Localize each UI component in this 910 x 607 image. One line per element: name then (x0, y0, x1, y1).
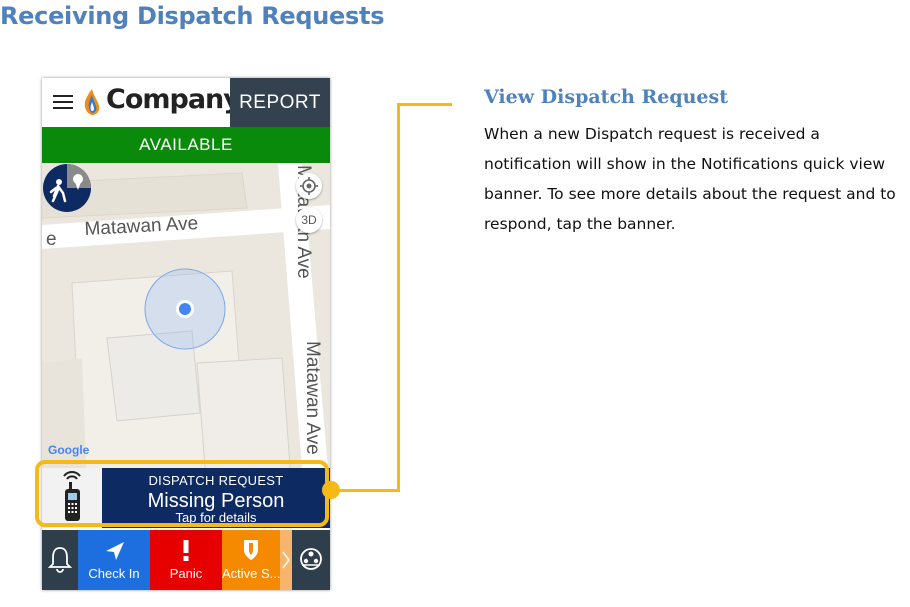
availability-status-bar[interactable]: AVAILABLE (42, 127, 330, 163)
check-in-label: Check In (88, 566, 140, 581)
callout-connector-bottom (335, 489, 400, 492)
bell-icon (47, 547, 73, 573)
panic-label: Panic (169, 566, 203, 581)
street-label-matawan-vertical-bottom: Matawan Ave (302, 341, 323, 455)
active-shooter-button[interactable]: Active S... (222, 530, 280, 590)
shield-icon (244, 540, 258, 560)
map-view[interactable]: e Matawan Ave Matawan Ave Matawan Ave 3D (42, 163, 330, 493)
report-button[interactable]: REPORT (230, 78, 330, 127)
map-locate-button[interactable] (296, 173, 322, 199)
walking-mode-icon[interactable] (42, 163, 92, 213)
section-heading: View Dispatch Request (484, 86, 728, 108)
menu-icon[interactable] (53, 95, 73, 109)
page-title: Receiving Dispatch Requests (0, 2, 385, 30)
notifications-button[interactable] (42, 530, 78, 590)
section-body-text: When a new Dispatch request is received … (484, 125, 896, 233)
crosshair-icon (300, 177, 318, 195)
nav-scroll-more[interactable] (280, 530, 292, 590)
flame-logo-icon (84, 89, 100, 115)
street-label-partial: e (46, 229, 57, 250)
exclamation-icon (183, 540, 189, 561)
callout-highlight-frame (35, 460, 329, 527)
map-3d-button[interactable]: 3D (296, 207, 322, 233)
chevron-right-icon (282, 551, 290, 569)
people-button[interactable] (292, 530, 330, 590)
active-shooter-label: Active S... (222, 566, 280, 581)
callout-dot (322, 481, 340, 499)
bottom-nav-bar: Check In Panic Active S... (42, 530, 330, 590)
company-logo-text: Company (106, 84, 241, 115)
app-header: Company REPORT (42, 78, 330, 127)
check-in-button[interactable]: Check In (78, 530, 150, 590)
panic-button[interactable]: Panic (150, 530, 222, 590)
callout-connector-top (397, 103, 452, 106)
google-attribution: Google (48, 443, 90, 457)
people-group-icon (300, 548, 322, 570)
navigation-arrow-icon (106, 542, 124, 560)
callout-connector-vertical (397, 103, 400, 492)
